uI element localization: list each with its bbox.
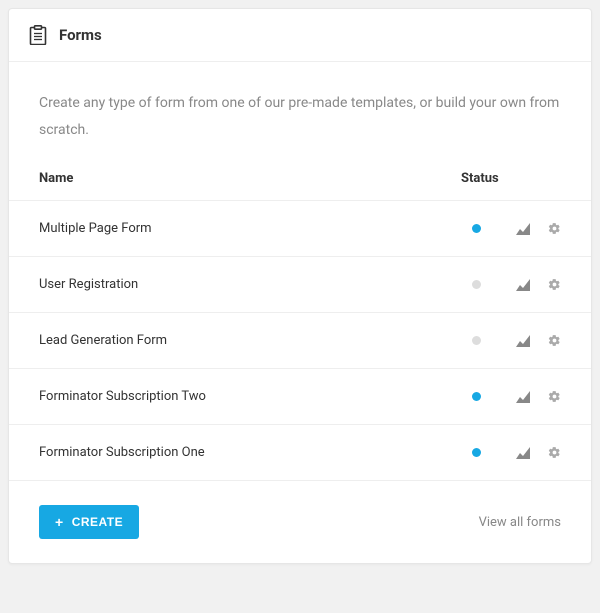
stats-icon[interactable] <box>516 335 530 347</box>
card-header: Forms <box>9 9 591 62</box>
forms-list: Multiple Page Form User Registration Lead … <box>9 200 591 481</box>
stats-icon[interactable] <box>516 279 530 291</box>
status-indicator <box>461 336 491 345</box>
table-row: Forminator Subscription One <box>9 425 591 481</box>
status-dot-icon <box>472 336 481 345</box>
gear-icon[interactable] <box>548 222 561 235</box>
list-header: Name Status <box>39 171 561 200</box>
stats-icon[interactable] <box>516 223 530 235</box>
gear-icon[interactable] <box>548 446 561 459</box>
col-header-name: Name <box>39 171 461 186</box>
col-header-status: Status <box>461 171 561 186</box>
gear-icon[interactable] <box>548 278 561 291</box>
row-actions <box>491 222 561 235</box>
table-row: User Registration <box>9 257 591 313</box>
gear-icon[interactable] <box>548 334 561 347</box>
row-actions <box>491 278 561 291</box>
gear-icon[interactable] <box>548 390 561 403</box>
forms-card: Forms Create any type of form from one o… <box>8 8 592 564</box>
create-button[interactable]: + CREATE <box>39 505 139 539</box>
status-indicator <box>461 392 491 401</box>
card-footer: + CREATE View all forms <box>9 481 591 563</box>
status-dot-icon <box>472 280 481 289</box>
plus-icon: + <box>55 515 64 529</box>
intro-text: Create any type of form from one of our … <box>39 90 561 143</box>
card-title: Forms <box>59 26 102 44</box>
form-name: Lead Generation Form <box>39 333 461 348</box>
row-actions <box>491 446 561 459</box>
status-dot-icon <box>472 392 481 401</box>
clipboard-icon <box>29 25 47 45</box>
table-row: Forminator Subscription Two <box>9 369 591 425</box>
status-indicator <box>461 224 491 233</box>
view-all-forms-link[interactable]: View all forms <box>479 515 561 530</box>
create-button-label: CREATE <box>72 515 123 529</box>
status-dot-icon <box>472 224 481 233</box>
status-dot-icon <box>472 448 481 457</box>
stats-icon[interactable] <box>516 447 530 459</box>
form-name: Forminator Subscription Two <box>39 389 461 404</box>
row-actions <box>491 334 561 347</box>
form-name: Forminator Subscription One <box>39 445 461 460</box>
form-name: User Registration <box>39 277 461 292</box>
card-body: Create any type of form from one of our … <box>9 62 591 481</box>
table-row: Lead Generation Form <box>9 313 591 369</box>
row-actions <box>491 390 561 403</box>
table-row: Multiple Page Form <box>9 201 591 257</box>
form-name: Multiple Page Form <box>39 221 461 236</box>
status-indicator <box>461 448 491 457</box>
status-indicator <box>461 280 491 289</box>
stats-icon[interactable] <box>516 391 530 403</box>
